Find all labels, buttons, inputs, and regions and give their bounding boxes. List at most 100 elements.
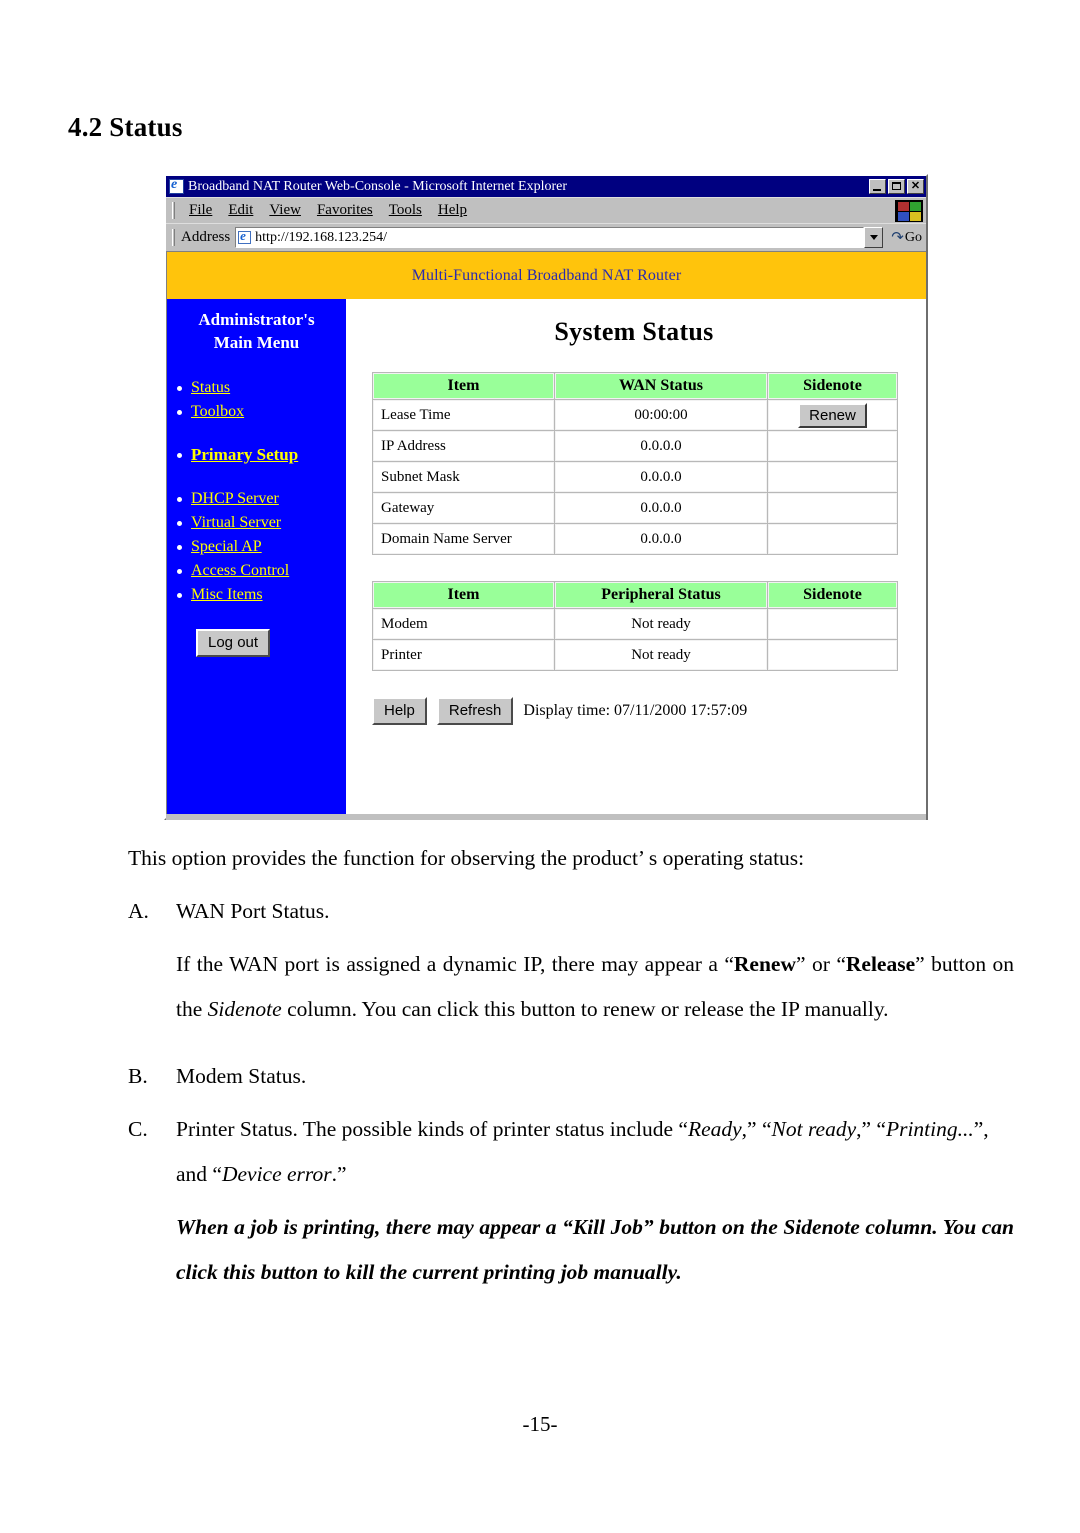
sidebar-title: Administrator's Main Menu: [167, 308, 346, 354]
printer-part3: ,” “: [856, 1116, 886, 1141]
note-part1: When a job is printing, there may appear…: [176, 1214, 573, 1239]
go-arrow-icon: ↷: [891, 230, 904, 246]
peripheral-row-modem-item: Modem: [373, 609, 554, 639]
go-button[interactable]: ↷ Go: [891, 228, 922, 247]
table-row: Domain Name Server 0.0.0.0: [373, 524, 897, 554]
browser-window-screenshot: Broadband NAT Router Web-Console - Micro…: [164, 174, 928, 820]
chevron-down-icon: [869, 235, 878, 240]
list-item-c: C. Printer Status. The possible kinds of…: [128, 1107, 1014, 1197]
list-text-b: Modem Status.: [176, 1063, 307, 1088]
table-header-row: Item WAN Status Sidenote: [373, 373, 897, 399]
bullet-icon: [177, 544, 182, 550]
sidebar-nav-group-2: Primary Setup: [167, 443, 346, 467]
refresh-button[interactable]: Refresh: [436, 697, 514, 725]
peripheral-header-sidenote: Sidenote: [768, 582, 897, 608]
sidebar-item-special-ap[interactable]: Special AP: [167, 535, 346, 559]
sidebar-item-toolbox[interactable]: Toolbox: [167, 400, 346, 424]
wan-row-ip-address-note: [768, 431, 897, 461]
wan-row-lease-time-value: 00:00:00: [555, 400, 767, 430]
bullet-icon: [177, 452, 182, 458]
wan-detail-part1: If the WAN port is assigned a dynamic IP…: [176, 952, 734, 976]
wan-row-gateway-note: [768, 493, 897, 523]
peripheral-row-printer-note: [768, 640, 897, 670]
menu-item-edit[interactable]: Edit: [220, 202, 261, 219]
flag-quadrant-yellow: [910, 212, 921, 221]
window-controls: ✕: [869, 179, 924, 194]
menu-item-favorites[interactable]: Favorites: [309, 202, 381, 219]
close-icon: ✕: [910, 180, 921, 192]
logout-button[interactable]: Log out: [196, 629, 271, 657]
sidebar-item-dhcp-server-label: DHCP Server: [191, 490, 279, 507]
sidebar-item-dhcp-server[interactable]: DHCP Server: [167, 487, 346, 511]
wan-row-dns-item: Domain Name Server: [373, 524, 554, 554]
printer-status-ready: Ready: [687, 1116, 742, 1141]
address-input[interactable]: http://192.168.123.254/: [235, 227, 865, 248]
paragraph-kill-job-note: When a job is printing, there may appear…: [176, 1205, 1014, 1295]
peripheral-header-item: Item: [373, 582, 554, 608]
sidebar-item-access-control[interactable]: Access Control: [167, 559, 346, 583]
sidebar-item-toolbox-label: Toolbox: [191, 403, 245, 420]
wan-row-dns-note: [768, 524, 897, 554]
wan-header-status: WAN Status: [555, 373, 767, 399]
address-dropdown-button[interactable]: [864, 227, 884, 248]
list-marker-c: C.: [128, 1116, 148, 1141]
address-grip-handle[interactable]: [172, 229, 175, 246]
table-row: Lease Time 00:00:00 Renew: [373, 400, 897, 430]
sidebar-item-misc-items-label: Misc Items: [191, 586, 263, 603]
menu-item-help-label: Help: [437, 202, 468, 218]
maximize-button[interactable]: [888, 179, 905, 194]
sidebar-title-line2: Main Menu: [213, 333, 300, 352]
list-marker-a: A.: [128, 899, 149, 923]
wan-row-subnet-mask-note: [768, 462, 897, 492]
sidebar-item-primary-setup[interactable]: Primary Setup: [167, 443, 346, 467]
sidebar-item-virtual-server[interactable]: Virtual Server: [167, 511, 346, 535]
peripheral-row-printer-value: Not ready: [555, 640, 767, 670]
router-banner-text: Multi-Functional Broadband NAT Router: [411, 266, 682, 284]
renew-button[interactable]: Renew: [798, 402, 867, 428]
sidebar-item-misc-items[interactable]: Misc Items: [167, 583, 346, 607]
go-button-label: Go: [904, 229, 922, 245]
sidebar-item-access-control-label: Access Control: [191, 562, 290, 579]
menu-item-file-label: File: [189, 202, 213, 218]
printer-part1: Printer Status. The possible kinds of pr…: [176, 1116, 688, 1141]
peripheral-row-modem-note: [768, 609, 897, 639]
sidebar-item-virtual-server-label: Virtual Server: [191, 514, 282, 531]
sidebar-item-status[interactable]: Status: [167, 376, 346, 400]
wan-row-gateway-item: Gateway: [373, 493, 554, 523]
printer-part5: .”: [331, 1161, 347, 1186]
table-row: IP Address 0.0.0.0: [373, 431, 897, 461]
wan-detail-sidenote: Sidenote: [207, 997, 282, 1021]
menu-item-view-label: View: [269, 202, 301, 218]
list-text-c: Printer Status. The possible kinds of pr…: [176, 1107, 1014, 1197]
sidebar-title-line1: Administrator's: [198, 310, 315, 329]
intro-paragraph: This option provides the function for ob…: [128, 846, 805, 870]
minimize-button[interactable]: [869, 179, 886, 194]
printer-part2: ,” “: [741, 1116, 772, 1141]
bullet-icon: [177, 496, 182, 502]
help-button[interactable]: Help: [372, 697, 427, 725]
table-row: Printer Not ready: [373, 640, 897, 670]
list-text-a: WAN Port Status.: [176, 899, 330, 923]
sidebar-item-special-ap-label: Special AP: [191, 538, 262, 555]
windows-flag-icon: [895, 200, 923, 222]
browser-menu-bar: File Edit View Favorites Tools Help: [166, 197, 926, 223]
peripheral-row-modem-value: Not ready: [555, 609, 767, 639]
internet-explorer-icon: [169, 177, 184, 194]
close-button[interactable]: ✕: [907, 179, 924, 194]
wan-detail-renew: Renew: [733, 952, 797, 976]
menu-grip-handle[interactable]: [172, 202, 175, 219]
wan-detail-release: Release: [845, 952, 916, 976]
router-sidebar: Administrator's Main Menu Status Toolbox: [167, 299, 346, 814]
menu-item-tools[interactable]: Tools: [381, 202, 430, 219]
menu-item-view[interactable]: View: [261, 202, 309, 219]
list-item-a: A. WAN Port Status.: [128, 889, 1014, 934]
table-row: Subnet Mask 0.0.0.0: [373, 462, 897, 492]
menu-item-file[interactable]: File: [181, 202, 220, 219]
printer-status-not-ready: Not ready: [771, 1116, 857, 1141]
list-item-b: B. Modem Status.: [128, 1054, 1014, 1099]
paragraph-wan-detail: If the WAN port is assigned a dynamic IP…: [176, 942, 1014, 1032]
table-row: Modem Not ready: [373, 609, 897, 639]
menu-item-tools-label: Tools: [388, 202, 422, 218]
sidebar-nav-group-1: Status Toolbox: [167, 376, 346, 424]
menu-item-help[interactable]: Help: [430, 202, 475, 219]
